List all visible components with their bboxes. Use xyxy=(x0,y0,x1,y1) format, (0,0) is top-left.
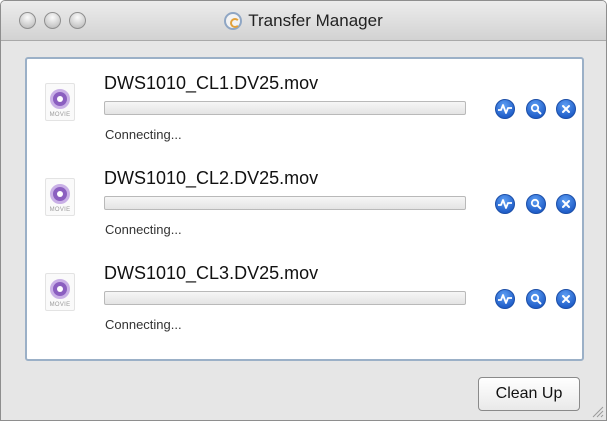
quicktime-movie-icon: MOVIE xyxy=(45,83,75,121)
window-title: Transfer Manager xyxy=(248,11,383,30)
transfer-manager-icon xyxy=(224,12,243,30)
magnifier-icon[interactable] xyxy=(526,289,546,309)
transfer-list: MOVIE DWS1010_CL1.DV25.mov Connecting...… xyxy=(25,57,584,361)
quicktime-movie-icon: MOVIE xyxy=(45,178,75,216)
title-bar[interactable]: Transfer Manager xyxy=(1,1,606,41)
window-title-group: Transfer Manager xyxy=(1,1,606,41)
transfer-status: Connecting... xyxy=(105,222,182,237)
clean-up-button[interactable]: Clean Up xyxy=(478,377,580,411)
activity-icon[interactable] xyxy=(495,99,515,119)
activity-icon[interactable] xyxy=(495,289,515,309)
transfer-row: MOVIE DWS1010_CL1.DV25.mov Connecting... xyxy=(27,71,582,167)
transfer-row: MOVIE DWS1010_CL2.DV25.mov Connecting... xyxy=(27,166,582,262)
progress-bar xyxy=(104,101,466,115)
close-icon[interactable] xyxy=(556,99,576,119)
icon-tag: MOVIE xyxy=(49,207,71,213)
quicktime-movie-icon: MOVIE xyxy=(45,273,75,311)
magnifier-icon[interactable] xyxy=(526,99,546,119)
close-icon[interactable] xyxy=(556,289,576,309)
file-name: DWS1010_CL2.DV25.mov xyxy=(104,168,319,188)
icon-tag: MOVIE xyxy=(49,302,71,308)
transfer-status: Connecting... xyxy=(105,127,182,142)
transfer-row: MOVIE DWS1010_CL3.DV25.mov Connecting... xyxy=(27,261,582,357)
icon-tag: MOVIE xyxy=(49,112,71,118)
progress-bar xyxy=(104,291,466,305)
file-name: DWS1010_CL3.DV25.mov xyxy=(104,263,319,283)
close-icon[interactable] xyxy=(556,194,576,214)
file-name: DWS1010_CL1.DV25.mov xyxy=(104,73,319,93)
magnifier-icon[interactable] xyxy=(526,194,546,214)
transfer-status: Connecting... xyxy=(105,317,182,332)
transfer-manager-window: Transfer Manager MOVIE DWS1010_CL1.DV25.… xyxy=(0,0,607,421)
activity-icon[interactable] xyxy=(495,194,515,214)
resize-grip-icon[interactable] xyxy=(590,404,604,418)
progress-bar xyxy=(104,196,466,210)
